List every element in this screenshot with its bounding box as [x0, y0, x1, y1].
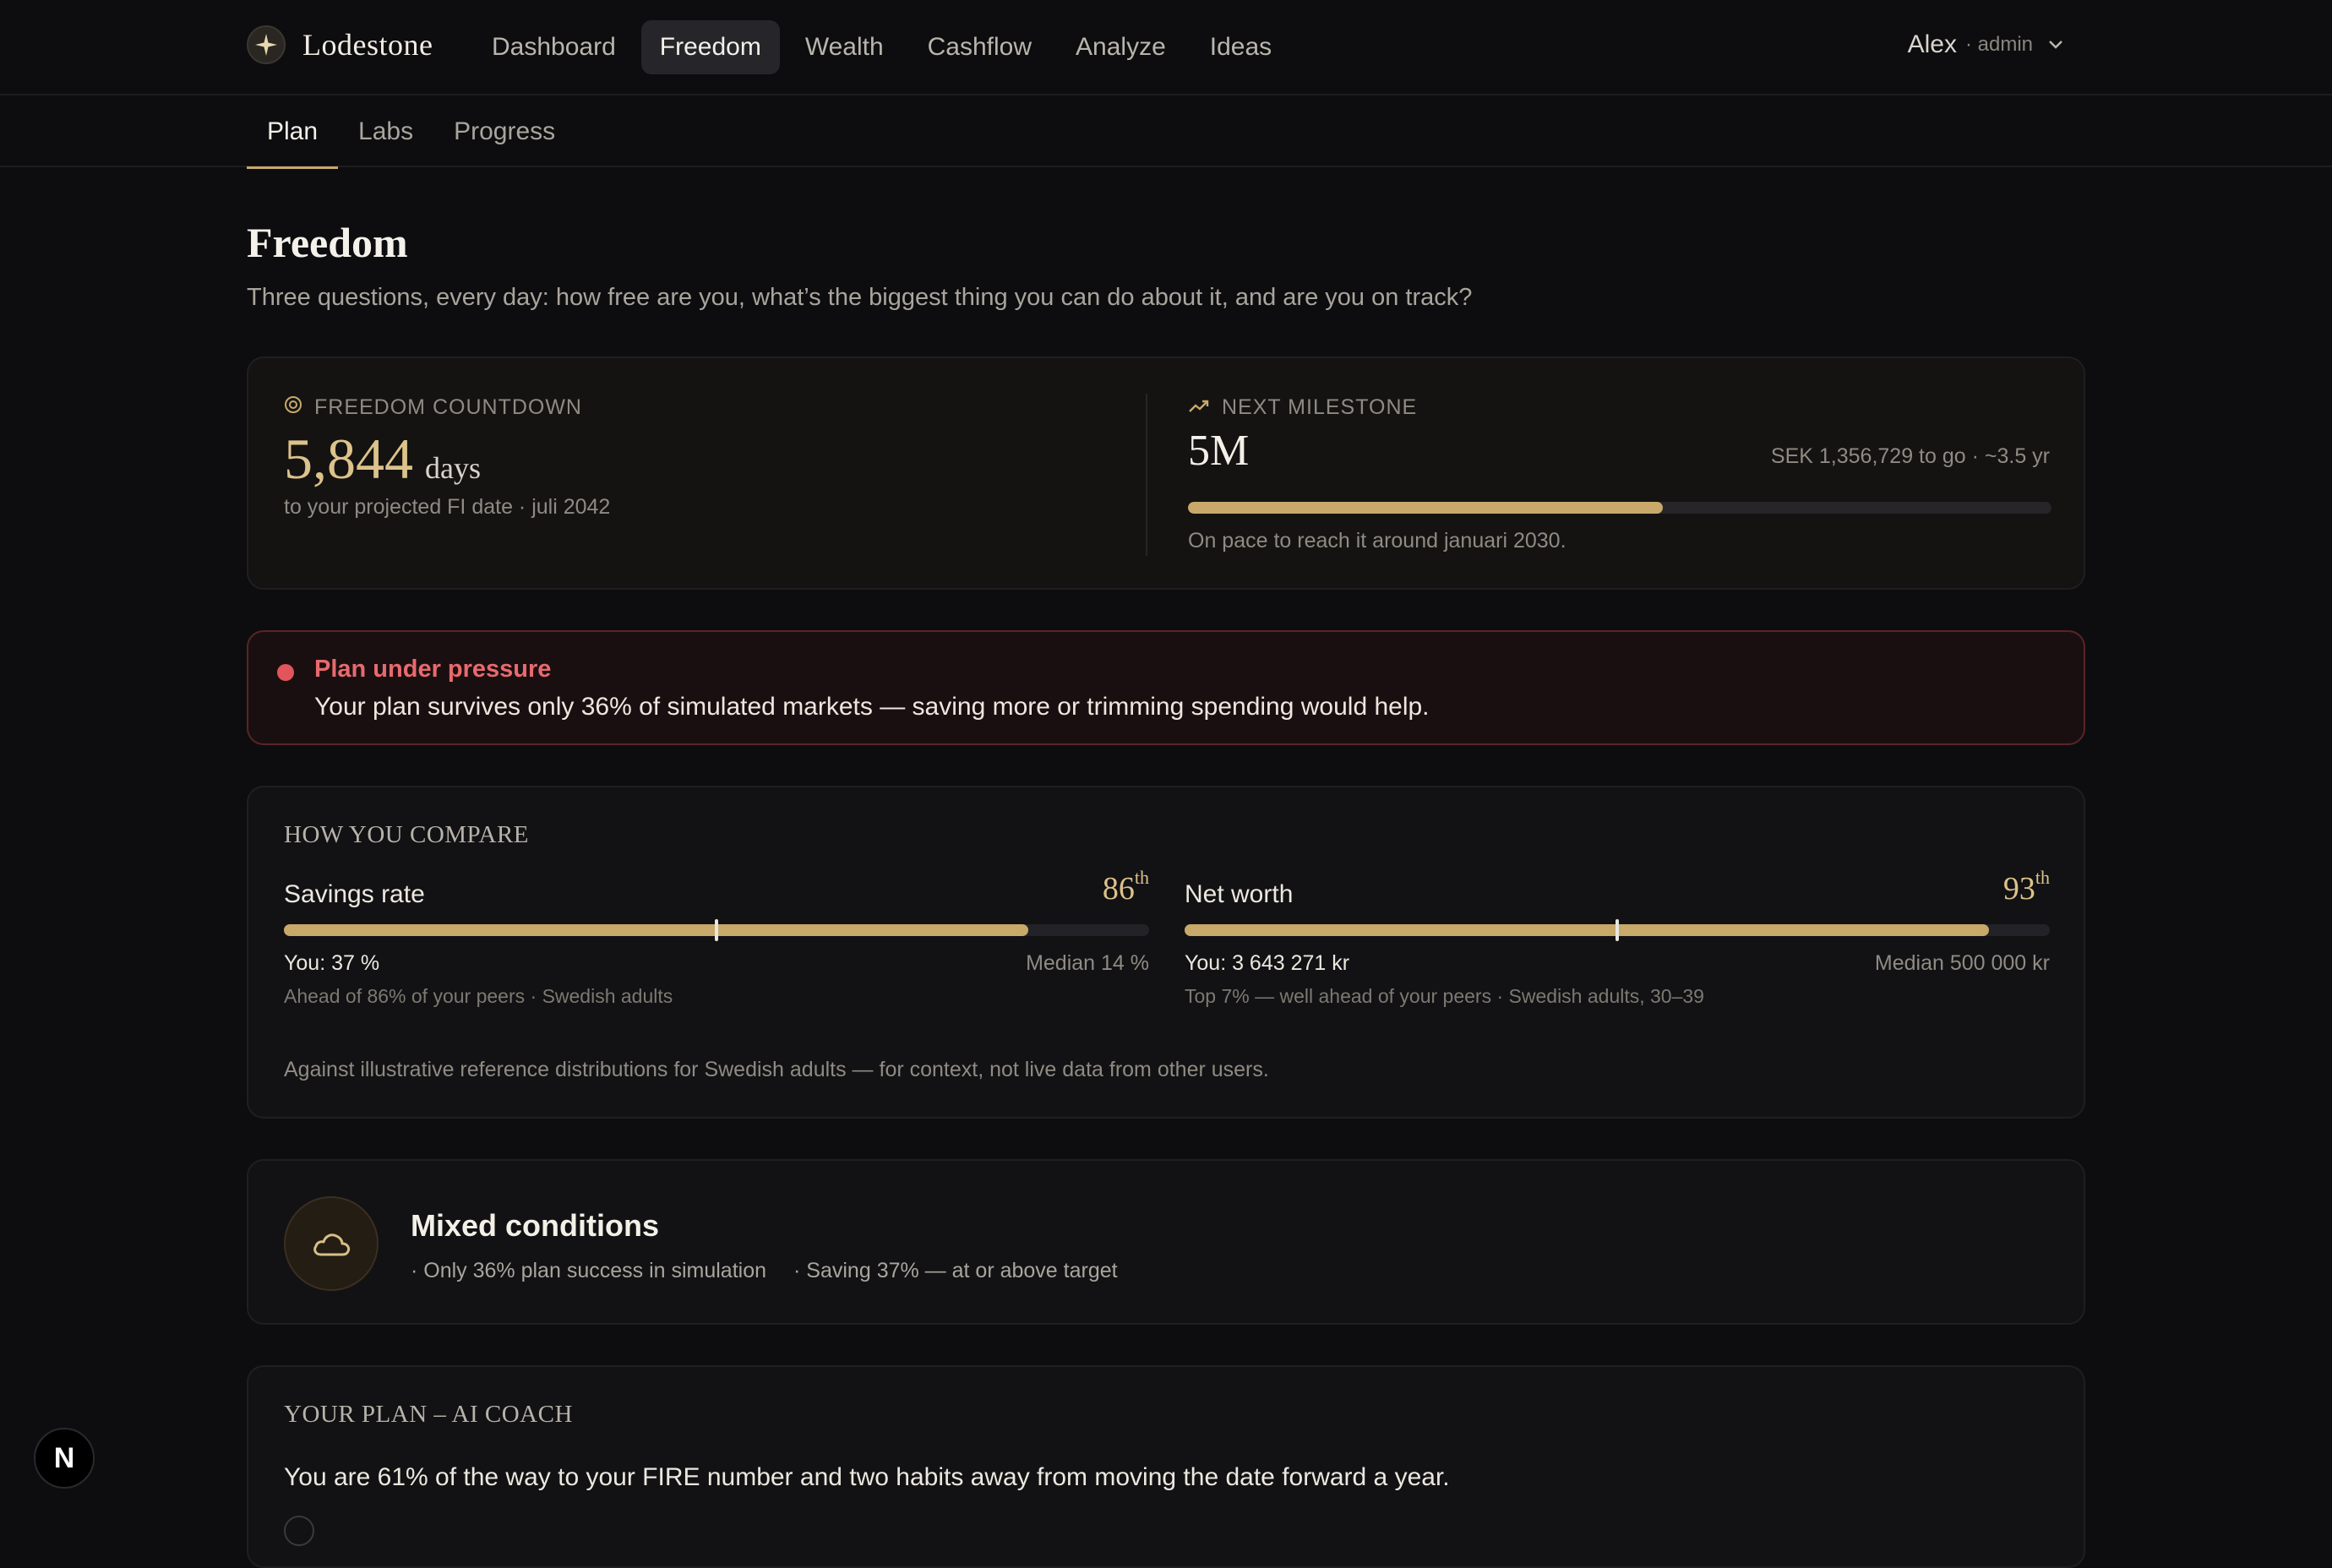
page-subtitle: Three questions, every day: how free are…	[247, 284, 1473, 311]
tab-progress[interactable]: Progress	[433, 95, 575, 167]
compare-note: Top 7% — well ahead of your peers · Swed…	[1185, 985, 1704, 1007]
median-marker	[715, 919, 718, 941]
countdown-days: 5,844	[284, 427, 413, 491]
compare-median: Median 14 %	[1026, 951, 1149, 975]
coach-heading: YOUR PLAN – AI COACH	[284, 1401, 573, 1428]
top-navbar: Lodestone Dashboard Freedom Wealth Cashf…	[0, 0, 2332, 95]
user-menu[interactable]: Alex · admin	[1908, 30, 2065, 59]
alert-title: Plan under pressure	[314, 656, 552, 683]
page-title: Freedom	[247, 219, 408, 266]
compare-you: You: 37 %	[284, 951, 380, 975]
compare-net-worth: Net worth 93th You: 3 643 271 kr Median …	[1185, 867, 2050, 1049]
compare-footnote: Against illustrative reference distribut…	[284, 1058, 1269, 1081]
nav-ideas[interactable]: Ideas	[1191, 20, 1290, 74]
compare-you: You: 3 643 271 kr	[1185, 951, 1350, 975]
countdown-note: to your projected FI date · juli 2042	[284, 495, 611, 519]
compare-card: HOW YOU COMPARE Savings rate 86th You: 3…	[247, 786, 2085, 1119]
median-marker	[1616, 919, 1619, 941]
countdown-value: 5,844 days	[284, 426, 481, 493]
countdown-label: FREEDOM COUNTDOWN	[284, 395, 582, 420]
nav-cashflow[interactable]: Cashflow	[909, 20, 1050, 74]
brand[interactable]: Lodestone	[247, 24, 433, 66]
milestone-note: On pace to reach it around januari 2030.	[1188, 529, 1566, 553]
percentile-fill	[1185, 924, 1990, 936]
milestone-progress-fill	[1188, 502, 1664, 514]
nav-wealth[interactable]: Wealth	[787, 20, 902, 74]
countdown-label-text: FREEDOM COUNTDOWN	[314, 395, 582, 419]
coach-text: You are 61% of the way to your FIRE numb…	[284, 1463, 1450, 1491]
user-name: Alex	[1907, 30, 1957, 58]
compass-star-icon	[247, 25, 286, 64]
rank-suffix: th	[2035, 867, 2050, 889]
compare-label: Net worth	[1185, 880, 1294, 908]
coach-checkbox[interactable]	[284, 1516, 314, 1546]
rank-suffix: th	[1134, 867, 1149, 889]
compare-label: Savings rate	[284, 880, 425, 908]
percentile-bar	[1185, 919, 2050, 941]
cloud-icon	[284, 1196, 379, 1291]
main-nav: Dashboard Freedom Wealth Cashflow Analyz…	[473, 20, 1290, 74]
brand-name: Lodestone	[302, 28, 433, 62]
nav-freedom[interactable]: Freedom	[640, 20, 780, 74]
tab-labs[interactable]: Labs	[338, 95, 433, 167]
target-icon	[284, 395, 302, 420]
plan-pressure-alert: Plan under pressure Your plan survives o…	[247, 630, 2085, 745]
countdown-unit: days	[425, 451, 481, 485]
ai-coach-card: YOUR PLAN – AI COACH You are 61% of the …	[247, 1365, 2085, 1568]
condition-point: · Only 36% plan success in simulation	[411, 1259, 767, 1282]
alert-dot-icon	[277, 664, 294, 681]
user-role: · admin	[1964, 33, 2033, 56]
countdown-card: FREEDOM COUNTDOWN 5,844 days to your pro…	[247, 357, 2085, 590]
dev-tools-button[interactable]: N	[34, 1428, 95, 1489]
milestone-label: NEXT MILESTONE	[1188, 395, 1417, 420]
rank-value: 93	[2002, 871, 2035, 906]
conditions-title: Mixed conditions	[411, 1208, 660, 1243]
milestone-value: 5M	[1188, 427, 1250, 475]
trending-up-icon	[1188, 395, 1210, 420]
milestone-label-text: NEXT MILESTONE	[1222, 395, 1418, 419]
milestone-to-go: SEK 1,356,729 to go · ~3.5 yr	[1770, 444, 2050, 468]
percentile-bar	[284, 919, 1149, 941]
sub-tabs: Plan Labs Progress	[0, 95, 2332, 169]
percentile-fill	[284, 924, 1028, 936]
conditions-card: Mixed conditions · Only 36% plan success…	[247, 1159, 2085, 1325]
compare-note: Ahead of 86% of your peers · Swedish adu…	[284, 985, 673, 1007]
compare-rank: 86th	[1102, 867, 1149, 907]
compare-median: Median 500 000 kr	[1874, 951, 2050, 975]
compare-heading: HOW YOU COMPARE	[284, 821, 530, 848]
conditions-points: · Only 36% plan success in simulation · …	[411, 1259, 1118, 1283]
condition-point: · Saving 37% — at or above target	[793, 1259, 1118, 1282]
rank-value: 86	[1102, 871, 1135, 906]
compare-rank: 93th	[2002, 867, 2050, 907]
nav-dashboard[interactable]: Dashboard	[473, 20, 635, 74]
divider	[1146, 394, 1147, 556]
compare-savings-rate: Savings rate 86th You: 37 % Median 14 % …	[284, 867, 1149, 1049]
milestone-progress-bar	[1188, 502, 2051, 514]
chevron-down-icon	[2046, 35, 2065, 54]
tab-plan[interactable]: Plan	[247, 95, 339, 169]
alert-text: Your plan survives only 36% of simulated…	[314, 693, 1430, 721]
nav-analyze[interactable]: Analyze	[1057, 20, 1185, 74]
